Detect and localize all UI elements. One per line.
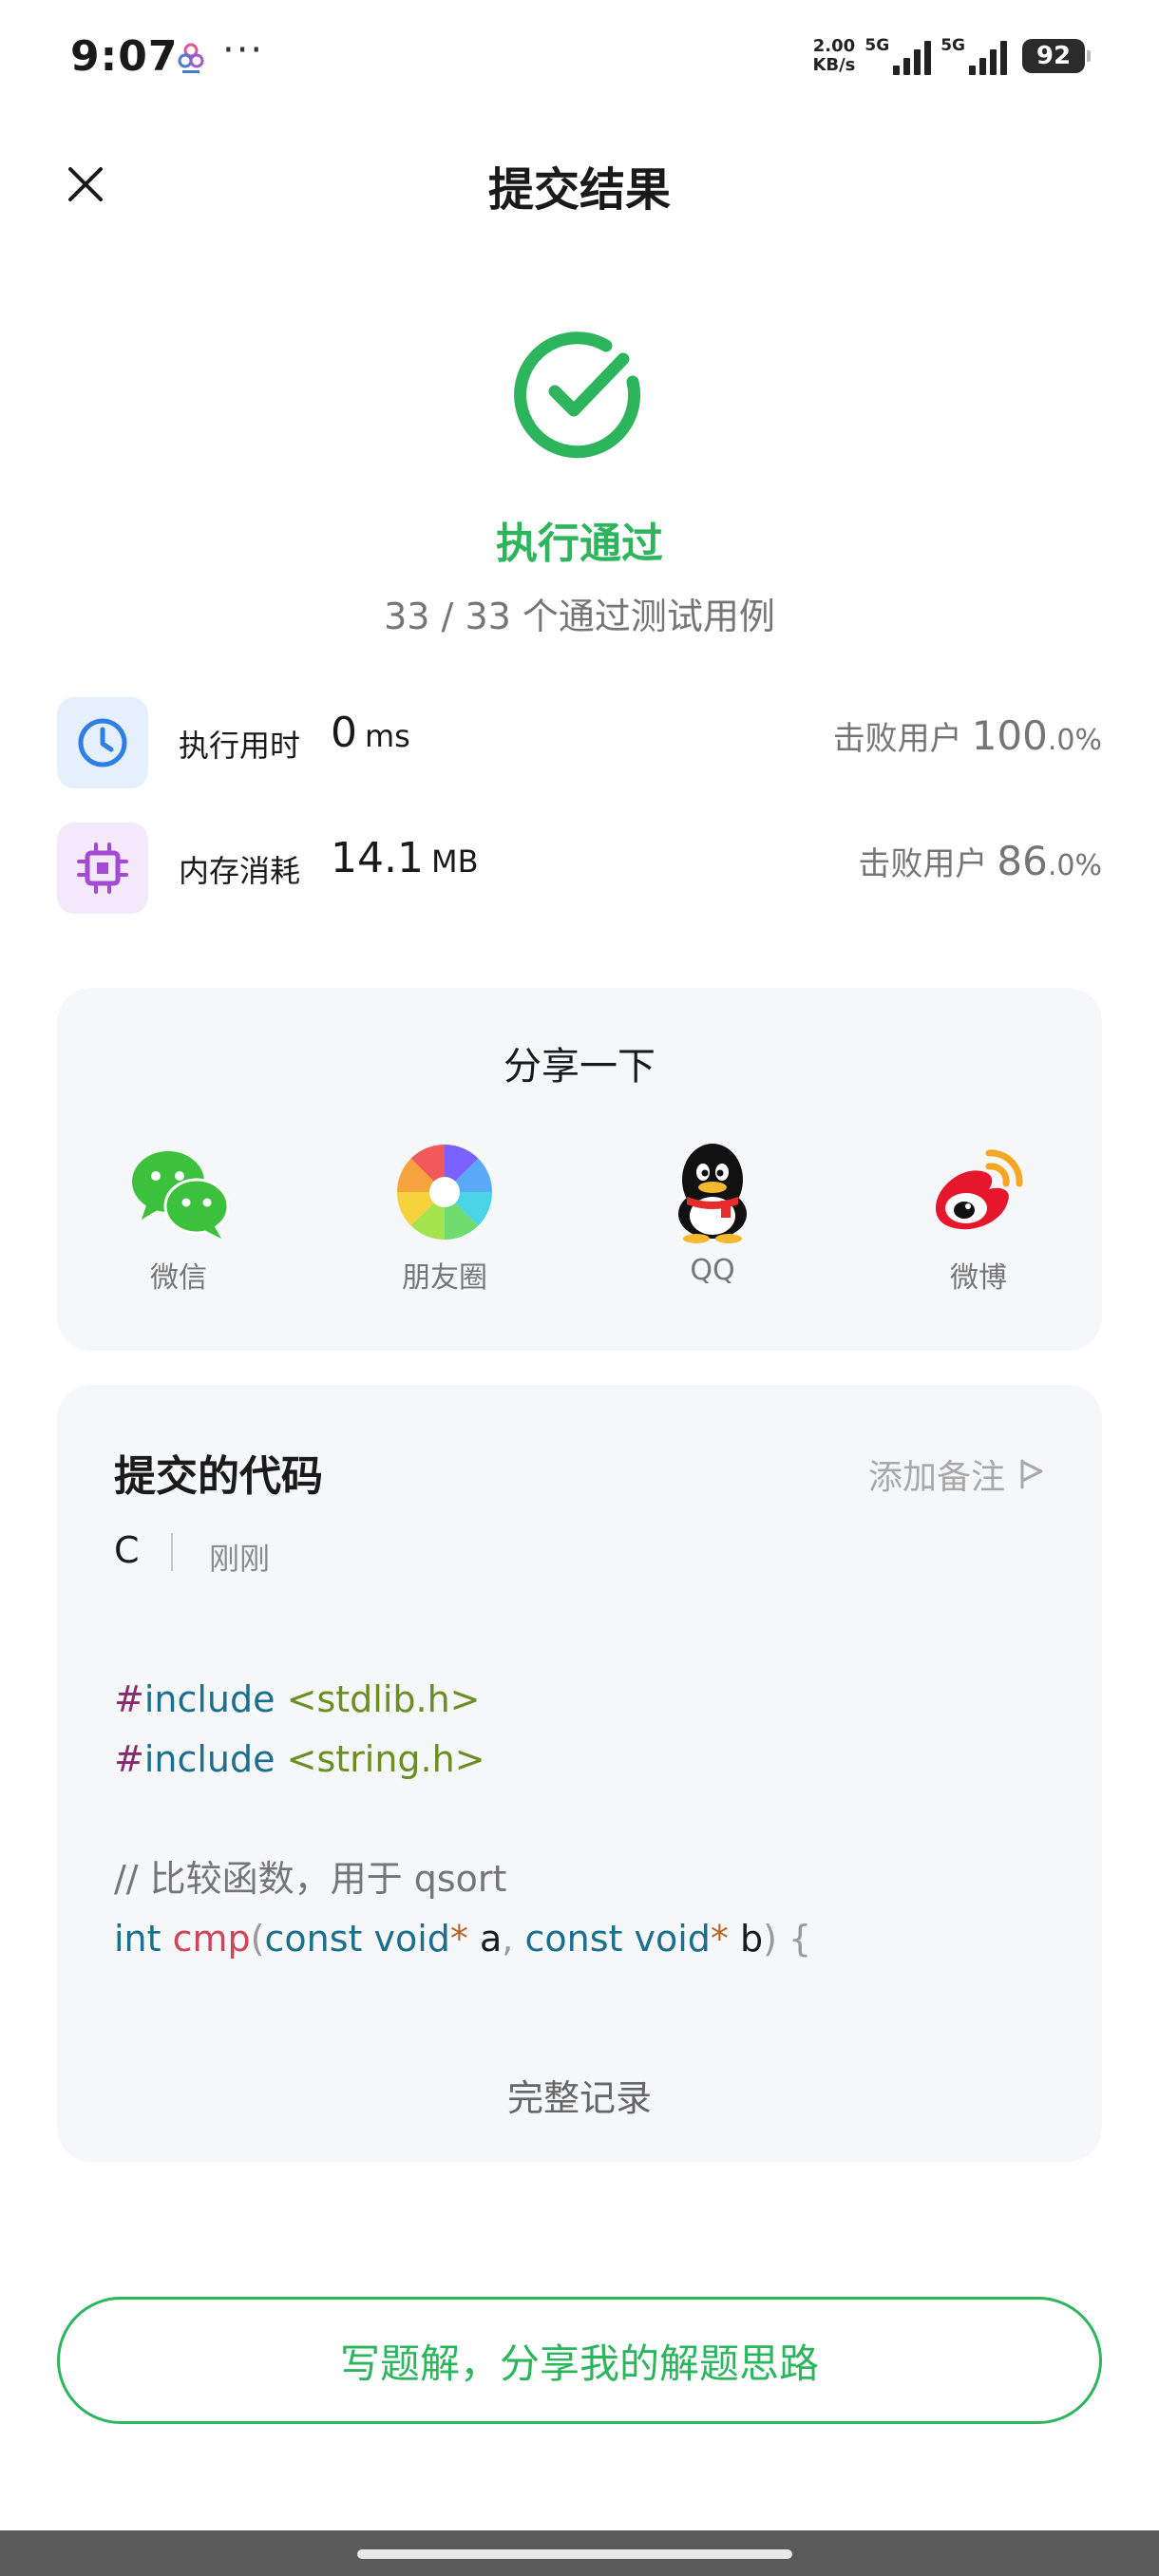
success-check-icon xyxy=(514,331,641,459)
status-indicators: 2.00 KB/s 5G 5G 92 xyxy=(812,34,1091,78)
home-gesture-handle[interactable] xyxy=(357,2549,792,2559)
qq-icon xyxy=(678,1144,747,1243)
code-language: C xyxy=(114,1529,140,1571)
network-speed: 2.00 KB/s xyxy=(812,36,856,75)
share-qq[interactable]: QQ xyxy=(627,1140,798,1287)
code-line-blank: ​ xyxy=(114,1790,811,1849)
memory-value: 14.1 MB xyxy=(331,834,479,882)
memory-beats: 击败用户 86.0% xyxy=(858,838,1102,884)
share-moments[interactable]: 朋友圈 xyxy=(359,1140,530,1296)
status-time: 9:07 xyxy=(70,32,179,81)
share-weibo[interactable]: 微博 xyxy=(893,1140,1064,1296)
share-wechat[interactable]: 微信 xyxy=(93,1140,264,1296)
signal-bars-icon xyxy=(893,39,932,75)
flag-icon xyxy=(1020,1459,1043,1489)
share-title: 分享一下 xyxy=(504,1045,656,1089)
clock-icon xyxy=(57,697,148,788)
share-card: 分享一下 微信 朋友圈 QQ 微博 xyxy=(57,988,1102,1351)
weibo-icon xyxy=(936,1149,1023,1230)
full-record-button[interactable]: 完整记录 xyxy=(57,2069,1102,2121)
result-status: 执行通过 xyxy=(496,520,663,568)
wechat-icon xyxy=(132,1151,230,1239)
code-line: int cmp(const void* a, const void* b) { xyxy=(114,1918,812,1960)
code-title: 提交的代码 xyxy=(114,1452,323,1501)
runtime-stat[interactable]: 执行用时 0 ms 击败用户 100.0% xyxy=(57,697,1102,792)
code-line: #include <stdlib.h> xyxy=(114,1678,481,1720)
battery-icon: 92 xyxy=(1022,39,1091,73)
chip-icon xyxy=(57,823,148,914)
more-notifications-icon: ··· xyxy=(222,28,265,72)
divider xyxy=(171,1533,173,1571)
system-nav-bar xyxy=(0,2530,1159,2576)
page-title: 提交结果 xyxy=(487,163,671,217)
app-notification-icon xyxy=(178,43,204,73)
code-line: #include <string.h> xyxy=(114,1738,485,1780)
signal-5g-2: 5G xyxy=(940,37,1007,75)
runtime-value: 0 ms xyxy=(331,709,410,757)
submitted-code-card: 提交的代码 添加备注 C 刚刚 #include <stdlib.h> #incl… xyxy=(57,1385,1102,2162)
code-line: // 比较函数，用于 qsort xyxy=(114,1858,507,1900)
memory-label: 内存消耗 xyxy=(179,853,301,889)
status-bar: 9:07 ··· 2.00 KB/s 5G 5G 92 xyxy=(0,0,1159,114)
test-cases-passed: 33 / 33 个通过测试用例 xyxy=(384,596,775,637)
add-note-button[interactable]: 添加备注 xyxy=(868,1449,1045,1499)
write-solution-button[interactable]: 写题解，分享我的解题思路 xyxy=(57,2297,1102,2424)
memory-stat[interactable]: 内存消耗 14.1 MB 击败用户 86.0% xyxy=(57,823,1102,918)
runtime-beats: 击败用户 100.0% xyxy=(832,712,1102,759)
code-snippet[interactable]: #include <stdlib.h> #include <string.h> ​ /… xyxy=(114,1670,811,1969)
signal-bars-icon xyxy=(969,39,1007,75)
signal-5g-1: 5G xyxy=(864,37,932,75)
runtime-label: 执行用时 xyxy=(179,728,301,764)
submission-time: 刚刚 xyxy=(209,1541,271,1577)
moments-icon xyxy=(396,1144,493,1241)
